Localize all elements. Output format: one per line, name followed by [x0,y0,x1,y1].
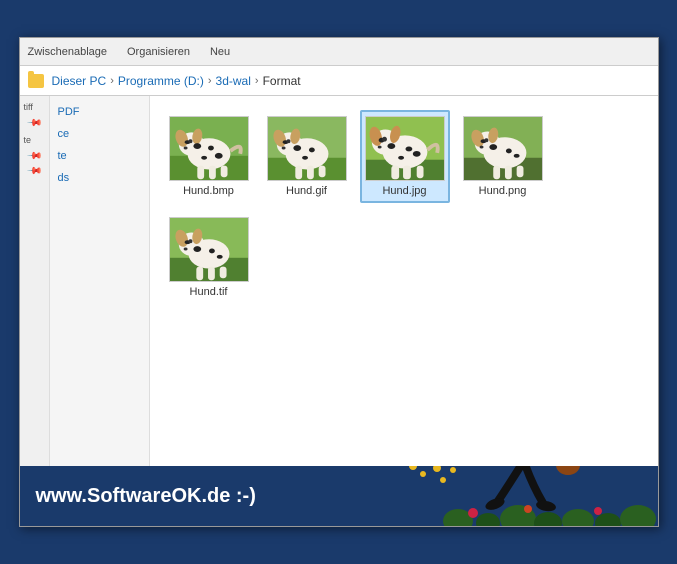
file-label: Hund.tif [190,286,228,298]
file-label: Hund.png [479,185,527,197]
files-grid: Hund.bmp [160,106,648,308]
scatter-dots [393,466,473,498]
breadcrumb-format: Format [263,74,301,88]
file-thumbnail [267,116,347,181]
character-silhouette [468,466,598,526]
explorer-window: Zwischenablage Organisieren Neu Dieser P… [19,37,659,527]
toolbar-organize[interactable]: Organisieren [127,46,190,58]
file-label: Hund.jpg [382,185,426,197]
breadcrumb-sep-3: › [255,75,259,87]
breadcrumb: Dieser PC › Programme (D:) › 3d-wal › Fo… [20,66,658,96]
main-content: Hund.bmp [150,96,658,466]
watermark-text: www.SoftwareOK.de :-) [36,485,256,508]
toolbar-new[interactable]: Neu [210,46,230,58]
left-panel-ds[interactable]: ds [54,170,145,186]
breadcrumb-dieser-pc[interactable]: Dieser PC [52,74,107,88]
file-item[interactable]: Hund.png [458,110,548,203]
toolbar-clipboard[interactable]: Zwischenablage [28,46,108,58]
file-thumbnail [463,116,543,181]
file-item[interactable]: Hund.gif [262,110,352,203]
sidebar: tiff 📌 te 📌 📌 [20,96,50,466]
file-item[interactable]: Hund.bmp [164,110,254,203]
bottom-bar: www.SoftwareOK.de :-) [20,466,658,526]
file-thumbnail [169,217,249,282]
left-panel-pdf[interactable]: PDF [54,104,145,120]
breadcrumb-3dwal[interactable]: 3d-wal [216,74,251,88]
file-item[interactable]: Hund.tif [164,211,254,304]
file-label: Hund.gif [286,185,327,197]
left-panel-ce[interactable]: ce [54,126,145,142]
content-area: tiff 📌 te 📌 📌 PDF ce te ds [20,96,658,466]
breadcrumb-programme[interactable]: Programme (D:) [118,74,204,88]
file-thumbnail [169,116,249,181]
file-item-selected[interactable]: Hund.jpg [360,110,450,203]
left-panel-te[interactable]: te [54,148,145,164]
breadcrumb-sep-2: › [208,75,212,87]
file-label: Hund.bmp [183,185,234,197]
sidebar-tiff: tiff [22,100,47,114]
folder-icon [28,74,44,88]
file-thumbnail [365,116,445,181]
left-panel: PDF ce te ds [50,96,150,466]
breadcrumb-sep-1: › [110,75,114,87]
sidebar-te: te [22,133,47,147]
toolbar: Zwischenablage Organisieren Neu [20,38,658,66]
